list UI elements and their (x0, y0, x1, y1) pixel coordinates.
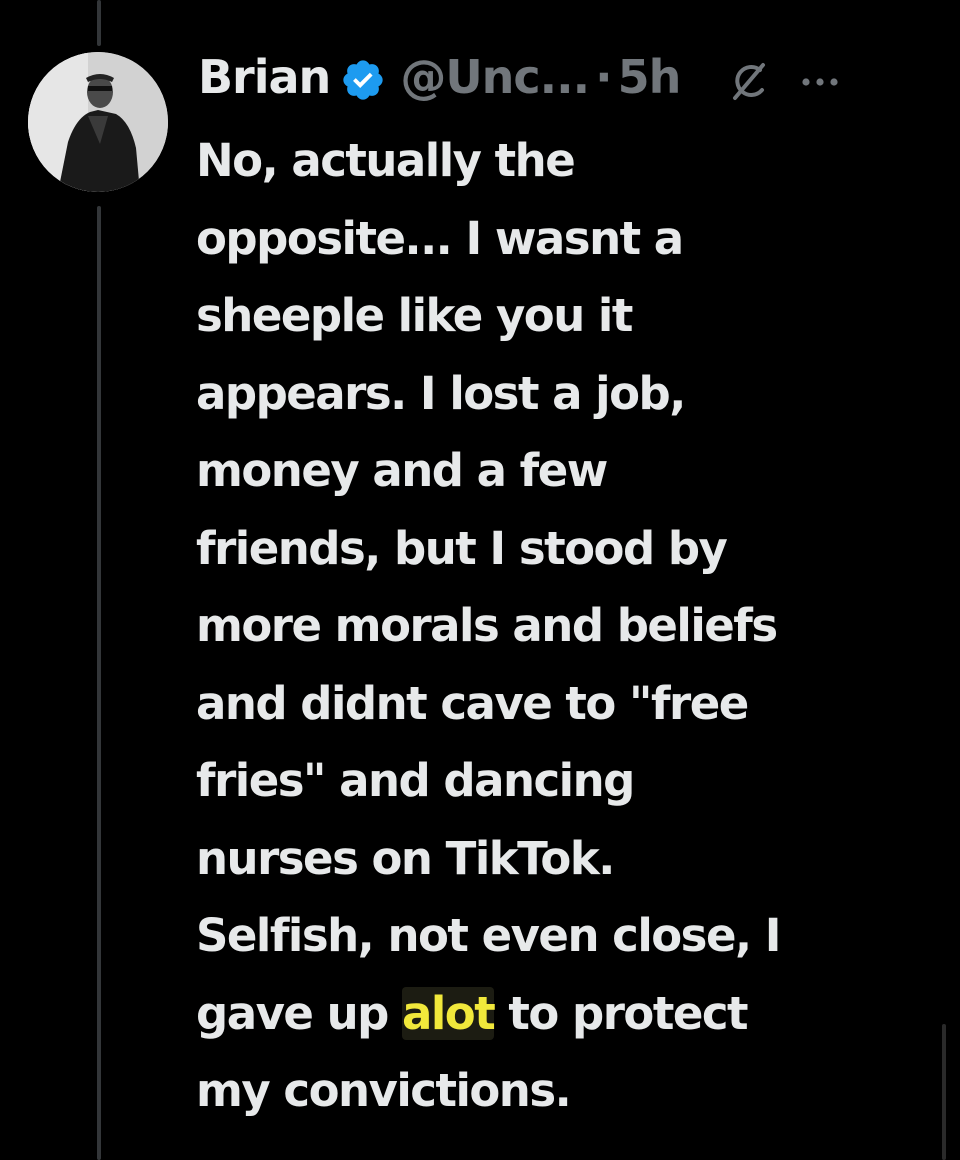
tweet-text-line: and didnt cave to "free (196, 676, 749, 730)
tweet-text-line: sheeple like you it (196, 289, 633, 342)
tweet-text-line: Selfish, not even close, I (196, 909, 781, 962)
tweet-text-line: money and a few (196, 444, 608, 497)
tweet-text-line: nurses on TikTok. (196, 831, 615, 885)
tweet-text-line-highlighted: gave up alot to protect (196, 975, 936, 1053)
author-handle[interactable]: @Unc... (400, 44, 590, 110)
text-after-highlight: to protect (494, 986, 748, 1040)
thread-connector-bottom (97, 206, 101, 1160)
avatar-photo (28, 52, 168, 192)
tweet-text-line: my convictions. (196, 1064, 572, 1117)
avatar[interactable] (28, 52, 168, 192)
more-options-icon[interactable] (800, 55, 840, 99)
grok-icon[interactable] (726, 55, 770, 100)
tweet-text-line: opposite... I wasnt a (196, 211, 684, 265)
highlighted-word: alot (402, 986, 496, 1040)
thread-connector-top (97, 0, 101, 46)
tweet-header: Brian @Unc... · 5h (198, 44, 840, 110)
tweet-text-line: friends, but I stood by (196, 521, 728, 575)
verified-badge-icon[interactable] (340, 54, 386, 100)
tweet-text-line: appears. I lost a job, (196, 366, 686, 420)
text-before-highlight: gave up (196, 986, 403, 1040)
tweet-text-line: fries" and dancing (196, 754, 635, 807)
tweet-text-line: more morals and beliefs (196, 599, 778, 652)
tweet-text-line: No, actually the (196, 134, 576, 187)
timestamp[interactable]: 5h (618, 44, 682, 110)
scrollbar[interactable] (942, 1024, 946, 1160)
tweet-body: No, actually the opposite... I wasnt a she… (196, 122, 936, 1130)
header-separator: · (595, 50, 613, 104)
author-name[interactable]: Brian (198, 44, 331, 110)
